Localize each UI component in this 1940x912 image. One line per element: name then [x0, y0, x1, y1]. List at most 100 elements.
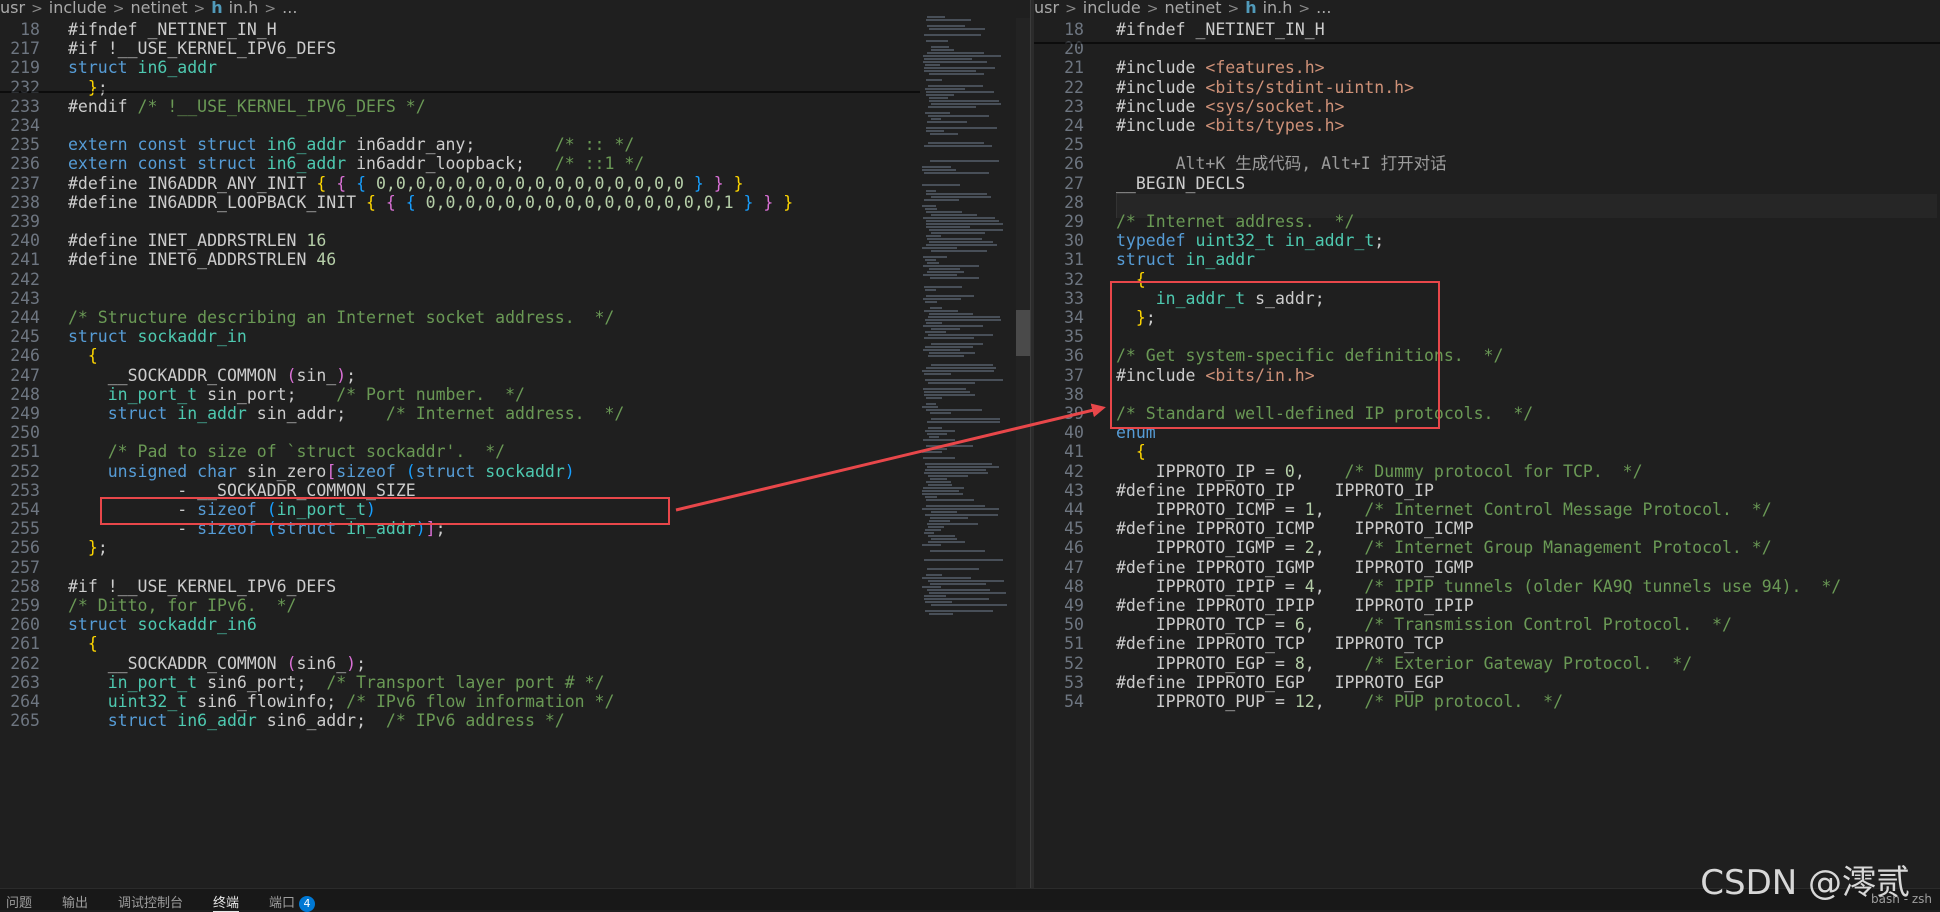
code-text: extern const struct in6_addr in6addr_loo… — [68, 154, 644, 173]
line-number: 256 — [10, 538, 40, 558]
minimap-line — [922, 169, 956, 171]
code-text: __BEGIN_DECLS — [1116, 174, 1245, 193]
code-text: #define INET_ADDRSTRLEN 16 — [68, 231, 326, 250]
chevron-right-icon: > — [264, 1, 277, 17]
code-token: , — [1314, 538, 1365, 558]
line-number: 24 — [1064, 116, 1084, 135]
minimap-line — [924, 145, 992, 147]
minimap-line — [926, 235, 941, 237]
panel-tab[interactable]: 终端 — [213, 892, 240, 912]
minimap[interactable] — [922, 16, 1012, 888]
chevron-right-icon: > — [1227, 1, 1240, 17]
code-text: in_port_t sin6_port; /* Transport layer … — [68, 673, 605, 692]
minimap-line — [929, 241, 993, 243]
minimap-line — [924, 598, 989, 600]
scrollbar-thumb[interactable] — [1016, 310, 1030, 356]
right-editor-pane[interactable]: usr > include > netinet > h in.h >... 18 #ifndef … — [1034, 0, 1940, 888]
minimap-line — [926, 19, 971, 21]
line-number: 25 — [1064, 135, 1084, 155]
minimap-line — [922, 370, 994, 372]
code-token: ; — [346, 365, 357, 385]
code-token: #include — [1116, 116, 1206, 135]
code-token: sin_port; — [207, 384, 337, 404]
panel-tab[interactable]: 输出 — [62, 892, 88, 911]
code-token: IPPROTO_TCP — [1195, 634, 1335, 654]
minimap-line — [931, 418, 1000, 420]
minimap-line — [930, 583, 986, 585]
code-token: typedef — [1116, 231, 1196, 251]
minimap-line — [928, 106, 976, 108]
minimap-line — [924, 34, 981, 36]
minimap-line — [929, 97, 948, 99]
line-number: 246 — [10, 346, 40, 366]
code-text: #define INET6_ADDRSTRLEN 46 — [68, 250, 336, 269]
breadcrumb-item[interactable]: netinet — [1165, 0, 1222, 17]
code-text: #define IPPROTO_EGP IPPROTO_EGP — [1116, 673, 1444, 692]
code-text: /* Structure describing an Internet sock… — [68, 308, 614, 327]
code-token: } — [763, 192, 784, 212]
code-token: IN6ADDR_LOOPBACK_INIT — [147, 192, 367, 212]
line-number: 258 — [10, 576, 40, 596]
code-token: IPPROTO_IGMP — [1354, 557, 1474, 577]
line-number: 236 — [10, 154, 40, 174]
code-text: struct sockaddr_in6 — [68, 615, 257, 634]
code-token: #include — [1116, 77, 1206, 97]
breadcrumb-item[interactable]: include — [49, 0, 107, 17]
minimap-line — [925, 463, 992, 465]
line-number: 52 — [1064, 653, 1084, 673]
minimap-line — [923, 487, 964, 489]
chevron-right-icon: > — [1298, 1, 1311, 17]
code-token: Alt+K 生成代码, Alt+I 打开对话 — [1116, 154, 1447, 174]
code-token: /* IPIP tunnels (older KA9Q tunnels use … — [1364, 576, 1842, 596]
code-token: struct — [68, 58, 138, 78]
code-token: struct — [415, 461, 486, 481]
code-text: in_port_t sin_port; /* Port number. */ — [68, 385, 525, 404]
minimap-line — [923, 457, 955, 459]
minimap-line — [927, 238, 982, 240]
minimap-line — [931, 49, 954, 51]
panel-tab[interactable]: 问题 — [6, 892, 32, 911]
line-number: 38 — [1064, 384, 1084, 404]
code-token: } — [783, 192, 794, 212]
panel-tab[interactable]: 调试控制台 — [118, 892, 183, 911]
minimap-line — [924, 391, 970, 393]
code-token: { — [366, 192, 386, 212]
breadcrumb-item[interactable]: usr — [0, 0, 25, 17]
minimap-line — [928, 316, 1000, 318]
code-token: INET_ADDRSTRLEN — [147, 231, 307, 251]
minimap-line — [926, 127, 997, 129]
minimap-line — [924, 394, 975, 396]
right-breadcrumb[interactable]: usr > include > netinet > h in.h >... — [1034, 0, 1331, 17]
minimap-line — [930, 550, 985, 552]
code-token: sin_ — [296, 365, 337, 385]
code-token: #define — [1116, 519, 1196, 539]
code-token: __SOCKADDR_COMMON — [68, 653, 287, 673]
code-token: in6addr_any; — [356, 135, 555, 155]
breadcrumb-item[interactable]: netinet — [131, 0, 188, 17]
minimap-line — [928, 334, 993, 336]
vertical-scrollbar[interactable] — [1016, 18, 1030, 888]
left-editor-pane[interactable]: usr > include > netinet > h in.h >... 18 #ifndef … — [0, 0, 1030, 888]
left-breadcrumb[interactable]: usr > include > netinet > h in.h >... — [0, 0, 297, 17]
breadcrumb-item[interactable]: in.h — [1263, 0, 1293, 17]
breadcrumb-item[interactable]: usr — [1034, 0, 1059, 17]
code-text: { — [68, 634, 98, 653]
code-token: /* Transmission Control Protocol. */ — [1364, 615, 1732, 635]
code-token: extern const struct — [68, 154, 267, 174]
panel-tab[interactable]: 端口 4 — [269, 892, 316, 912]
code-token: ( — [286, 653, 297, 673]
breadcrumb-item[interactable]: ... — [1316, 0, 1331, 17]
minimap-line — [923, 265, 979, 267]
breadcrumb-item[interactable]: include — [1083, 0, 1141, 17]
code-text: struct in_addr sin_addr; /* Internet add… — [68, 404, 625, 423]
minimap-line — [928, 142, 984, 144]
code-text: }; — [68, 78, 108, 97]
code-text: #define IN6ADDR_ANY_INIT { { { 0,0,0,0,0… — [68, 174, 744, 193]
minimap-line — [928, 382, 975, 384]
code-text: /* Pad to size of `struct sockaddr'. */ — [68, 442, 505, 461]
breadcrumb-item[interactable]: ... — [282, 0, 297, 17]
line-number: 40 — [1064, 423, 1084, 443]
code-token: { — [336, 173, 357, 193]
breadcrumb-item[interactable]: in.h — [229, 0, 259, 17]
minimap-line — [924, 532, 934, 534]
